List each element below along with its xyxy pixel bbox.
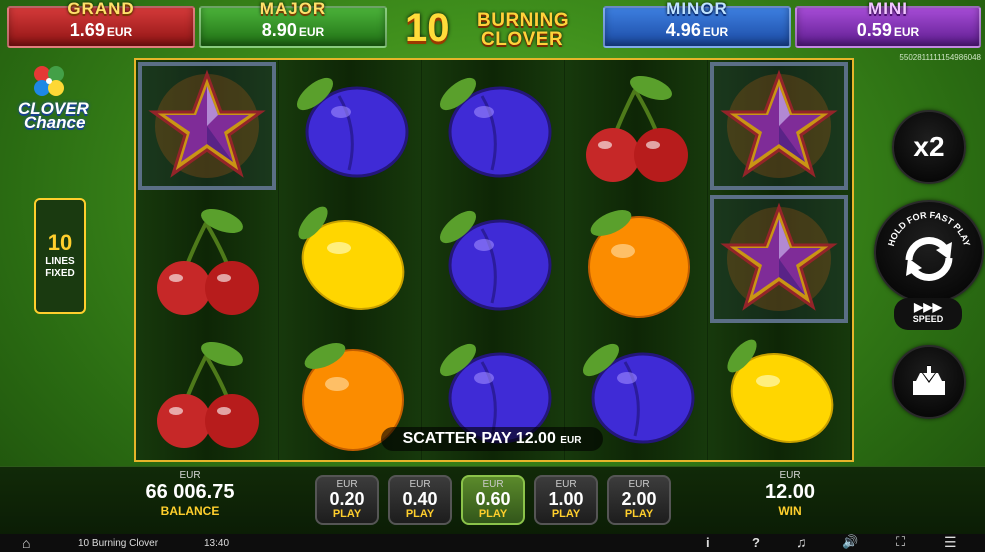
game-logo: 10 BURNING CLOVER (405, 4, 583, 50)
balance-label: BALANCE (160, 504, 220, 518)
scatter-pay-banner: SCATTER PAY 12.00 EUR (381, 427, 603, 451)
lines-count: 10 (47, 230, 73, 255)
lines-fixed-label: FIXED (45, 268, 75, 279)
bet-button[interactable]: EUR 1.00 PLAY (534, 475, 598, 525)
reel-4 (565, 60, 707, 460)
reel-grid (134, 58, 854, 462)
balance-display: EUR 66 006.75 BALANCE (120, 470, 260, 518)
speed-label: SPEED (912, 314, 944, 324)
game-title: 10 Burning Clover (78, 538, 159, 549)
multiplier-label: x2 (913, 131, 945, 162)
bet-value: 0.60 (475, 489, 511, 509)
plum-symbol (422, 193, 564, 326)
bet-play-label: PLAY (478, 508, 508, 520)
held-frame (710, 62, 848, 190)
info-icon[interactable]: i (706, 535, 710, 550)
star-symbol (136, 60, 278, 193)
system-bar: ⌂ 10 Burning Clover 13:40 i ? ♫ 🔊 ⛶ ☰ (0, 534, 985, 552)
autoplay-tray-icon (913, 365, 945, 395)
help-icon[interactable]: ? (752, 535, 760, 550)
orange-symbol (565, 193, 707, 326)
win-value: 12.00 (764, 481, 816, 503)
win-display: EUR 12.00 WIN (720, 470, 860, 518)
bet-button[interactable]: EUR 0.60 PLAY (461, 475, 525, 525)
balance-value: 66 006.75 (145, 481, 235, 503)
logo-word-2: CLOVER (481, 29, 564, 50)
grand-value: 1.69 (69, 20, 105, 40)
bet-button[interactable]: EUR 0.40 PLAY (388, 475, 452, 525)
clock: 13:40 (204, 538, 230, 549)
game-id: 5502811111154986048 (899, 53, 981, 62)
plum-symbol (279, 60, 421, 193)
sound-icon[interactable]: 🔊 (842, 534, 858, 550)
minor-jackpot: MINOR 4.96 EUR (603, 0, 791, 48)
major-currency: EUR (298, 25, 325, 39)
bet-value: 1.00 (548, 489, 584, 509)
mini-currency: EUR (893, 25, 920, 39)
grand-label: GRAND (67, 0, 135, 18)
reel-3 (422, 60, 564, 460)
scatter-value: 12.00 (515, 430, 556, 447)
major-jackpot: MAJOR 8.90 EUR (199, 0, 387, 48)
clover-logo-line2: Chance (24, 113, 86, 132)
lines-label: LINES (45, 256, 75, 267)
reel-1 (136, 60, 278, 460)
fullscreen-icon[interactable]: ⛶ (896, 534, 905, 550)
reel-5 (708, 60, 850, 460)
star-symbol (708, 193, 850, 326)
bet-value: 0.40 (402, 489, 438, 509)
star-symbol (708, 60, 850, 193)
music-icon[interactable]: ♫ (796, 534, 807, 550)
bet-value: 2.00 (621, 489, 657, 509)
grand-currency: EUR (106, 25, 133, 39)
spin-arrows-icon: HOLD FOR FAST PLAY (886, 210, 972, 281)
logo-number: 10 (405, 6, 450, 50)
bet-button[interactable]: EUR 0.20 PLAY (315, 475, 379, 525)
bet-play-label: PLAY (624, 508, 654, 520)
cherry-symbol (136, 193, 278, 326)
fast-forward-icon: ▶▶▶ (914, 300, 942, 314)
multiplier-button[interactable]: x2 (892, 110, 966, 184)
grand-jackpot: GRAND 1.69 EUR (7, 0, 195, 48)
mini-label: MINI (868, 0, 908, 18)
balance-currency: EUR (179, 470, 201, 481)
win-label: WIN (778, 504, 802, 518)
autoplay-button[interactable] (892, 345, 966, 419)
minor-currency: EUR (702, 25, 729, 39)
win-currency: EUR (779, 470, 801, 481)
cherry-symbol (565, 60, 707, 193)
bet-play-label: PLAY (332, 508, 362, 520)
reel-2 (279, 60, 421, 460)
major-label: MAJOR (259, 0, 327, 18)
clover-chance-logo: CLOVER Chance (18, 100, 89, 132)
bet-button[interactable]: EUR 2.00 PLAY (607, 475, 671, 525)
spin-button[interactable]: HOLD FOR FAST PLAY (874, 200, 984, 304)
lemon-symbol (279, 193, 421, 326)
major-value: 8.90 (261, 20, 297, 40)
minor-label: MINOR (666, 0, 728, 18)
minor-value: 4.96 (665, 20, 701, 40)
mini-value: 0.59 (856, 20, 892, 40)
scatter-currency: EUR (560, 435, 582, 446)
home-icon[interactable]: ⌂ (22, 535, 30, 551)
menu-icon[interactable]: ☰ (944, 534, 957, 551)
bet-play-label: PLAY (405, 508, 435, 520)
bet-value: 0.20 (329, 489, 365, 509)
mini-jackpot: MINI 0.59 EUR (795, 0, 981, 48)
cherry-symbol (136, 326, 278, 459)
plum-symbol (422, 60, 564, 193)
lines-indicator: 10 LINES FIXED (34, 198, 86, 314)
held-frame (138, 62, 276, 190)
bet-play-label: PLAY (551, 508, 581, 520)
scatter-label: SCATTER PAY (402, 430, 512, 447)
speed-button[interactable]: ▶▶▶ SPEED (894, 298, 962, 330)
lemon-symbol (708, 326, 850, 459)
held-frame (710, 195, 848, 323)
